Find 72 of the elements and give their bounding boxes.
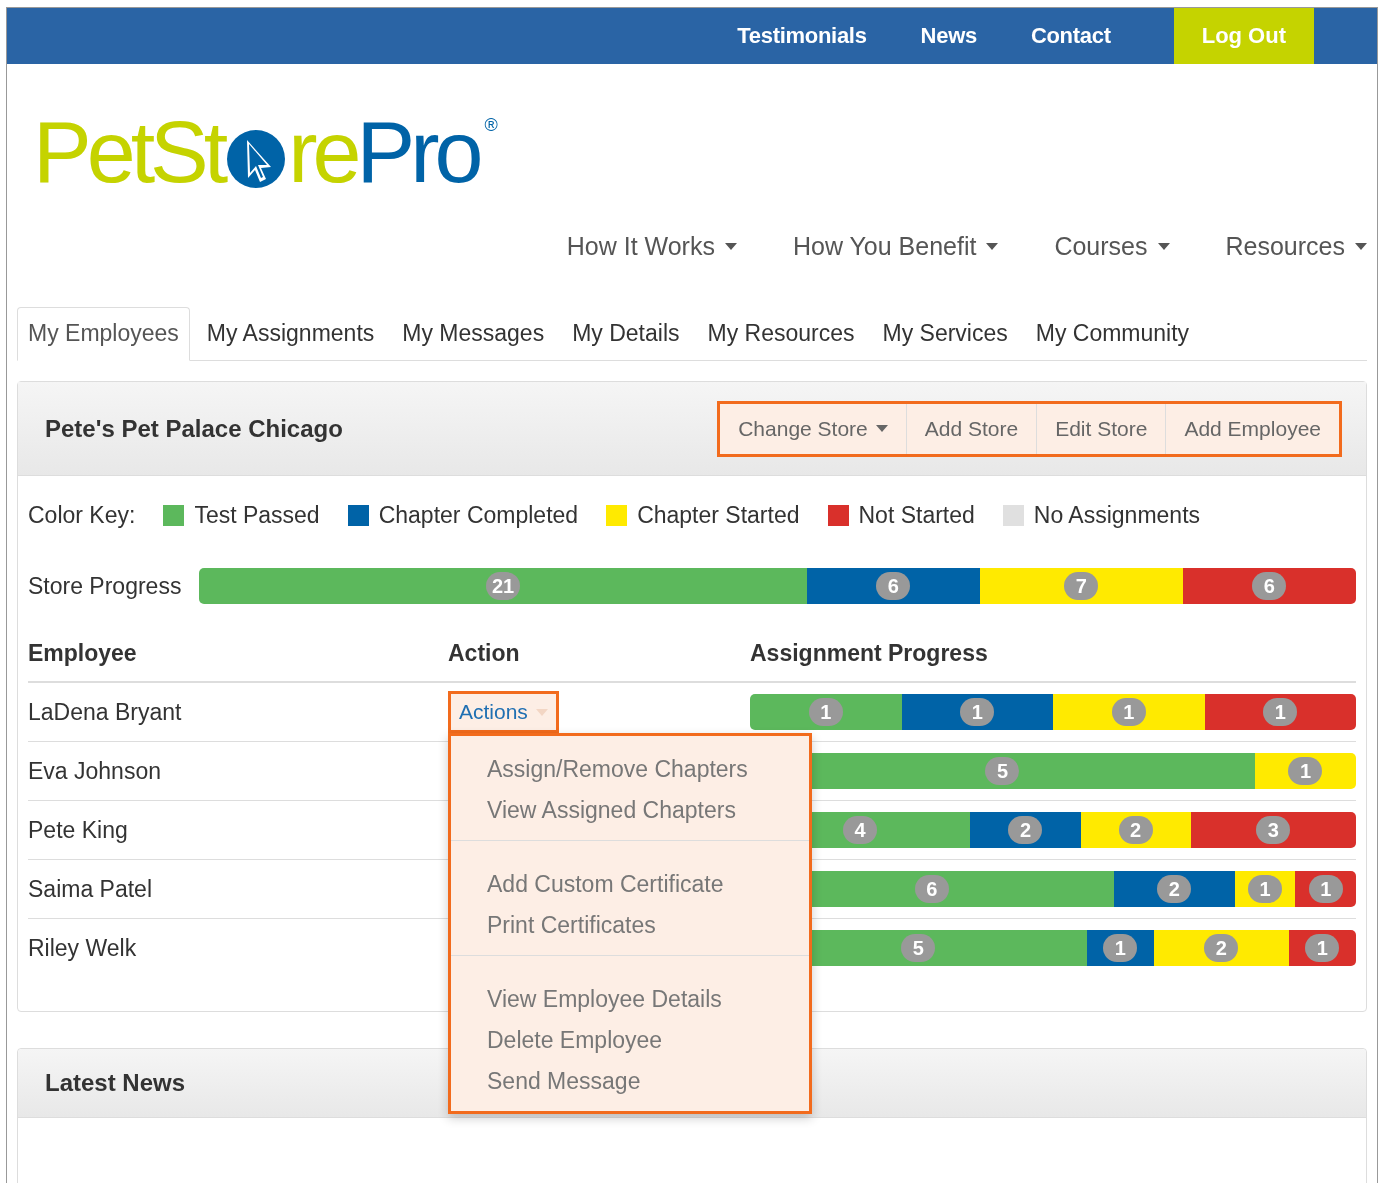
color-key-label: Color Key: (28, 501, 136, 529)
nav-menu[interactable]: How It Works (566, 232, 737, 261)
legend-label: No Assignments (1033, 501, 1201, 529)
count-badge: 4 (843, 816, 878, 844)
nav-link[interactable]: Testimonials (710, 8, 894, 64)
caret-icon (1355, 243, 1367, 250)
logo[interactable]: PetSt rePro® (33, 108, 498, 196)
count-badge: 1 (1263, 698, 1298, 726)
tab[interactable]: My Community (1024, 307, 1201, 361)
caret-icon (986, 243, 999, 250)
column-header: Action (448, 640, 750, 683)
employee-name: Riley Welk (28, 934, 137, 962)
count-badge: 1 (1111, 698, 1146, 726)
nav-menu[interactable]: How You Benefit (792, 232, 999, 261)
tab[interactable]: My Services (871, 307, 1019, 361)
count-badge: 2 (1157, 875, 1192, 903)
count-badge: 2 (1118, 816, 1153, 844)
legend-label: Chapter Started (637, 501, 800, 529)
tab[interactable]: My Employees (17, 307, 190, 361)
store-progress-label: Store Progress (28, 572, 182, 600)
tab[interactable]: My Details (561, 307, 691, 361)
count-badge: 5 (901, 934, 936, 962)
count-badge: 2 (1008, 816, 1043, 844)
menu-item[interactable]: Assign/Remove Chapters (451, 750, 809, 791)
change-store-button[interactable]: Change Store (720, 403, 906, 454)
nav-menu[interactable]: Courses (1054, 232, 1170, 261)
employee-name: Eva Johnson (28, 757, 161, 785)
menu-item[interactable]: Add Custom Certificate (451, 865, 809, 906)
nav-link[interactable]: News (893, 8, 1004, 64)
caret-icon (1157, 243, 1170, 250)
tab[interactable]: My Messages (391, 307, 556, 361)
news-title: Latest News (45, 1069, 186, 1097)
nav-link[interactable]: Contact (1003, 8, 1138, 64)
count-badge: 1 (1305, 934, 1340, 962)
actions-button[interactable]: Actions (448, 691, 559, 733)
column-header: Employee (28, 640, 448, 683)
count-badge: 1 (1248, 875, 1283, 903)
count-badge: 1 (1308, 875, 1343, 903)
caret-icon (724, 243, 737, 250)
count-badge: 1 (808, 698, 843, 726)
column-header: Assignment Progress (750, 640, 1356, 683)
store-title: Pete's Pet Palace Chicago (45, 414, 343, 443)
count-badge: 6 (914, 875, 949, 903)
menu-item[interactable]: Delete Employee (451, 1021, 809, 1062)
count-badge: 1 (960, 698, 995, 726)
employee-name: Pete King (28, 816, 128, 844)
legend-label: Not Started (858, 501, 975, 529)
count-badge: 3 (1256, 816, 1291, 844)
store-button[interactable]: Edit Store (1036, 403, 1166, 454)
legend-label: Test Passed (194, 501, 320, 529)
legend-label: Chapter Completed (378, 501, 579, 529)
employee-name: LaDena Bryant (28, 698, 182, 726)
count-badge: 6 (876, 572, 911, 600)
count-badge: 7 (1064, 572, 1099, 600)
store-button[interactable]: Add Employee (1165, 403, 1339, 454)
tab[interactable]: My Resources (696, 307, 866, 361)
count-badge: 1 (1103, 934, 1138, 962)
caret-icon (535, 708, 548, 716)
menu-item[interactable]: Print Certificates (451, 906, 809, 947)
nav-menu[interactable]: Resources (1225, 232, 1367, 261)
tab[interactable]: My Assignments (195, 307, 386, 361)
count-badge: 21 (485, 572, 521, 600)
menu-item[interactable]: Send Message (451, 1062, 809, 1103)
employee-name: Saima Patel (28, 875, 152, 903)
menu-item[interactable]: View Assigned Chapters (451, 791, 809, 832)
count-badge: 5 (985, 757, 1020, 785)
count-badge: 6 (1252, 572, 1287, 600)
caret-icon (875, 425, 888, 432)
store-button[interactable]: Add Store (905, 403, 1037, 454)
count-badge: 1 (1288, 757, 1323, 785)
count-badge: 2 (1204, 934, 1239, 962)
menu-item[interactable]: View Employee Details (451, 980, 809, 1021)
